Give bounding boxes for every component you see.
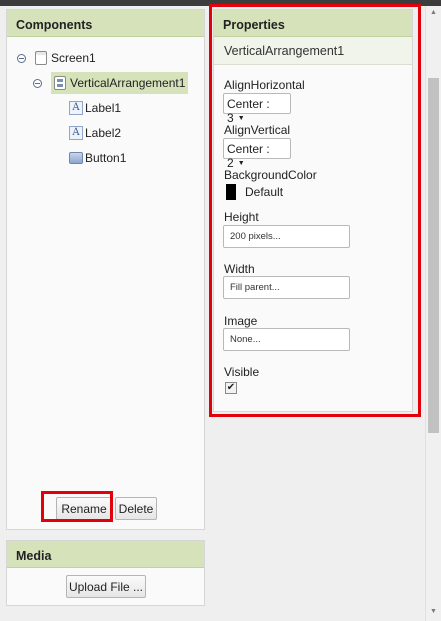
tree-item-label: Label1: [85, 101, 122, 115]
screen-icon: [35, 51, 47, 65]
tree-item-label: Screen1: [51, 51, 96, 65]
tree-item-button1[interactable]: Button1: [69, 147, 126, 169]
tree-item-label: VerticalArrangement1: [70, 76, 186, 90]
components-panel: Components Screen1 VerticalArrangement1 …: [6, 9, 205, 530]
vertical-arrangement-icon: [54, 76, 66, 90]
tree-item-label: Label2: [85, 126, 122, 140]
tree-item-label1[interactable]: A Label1: [69, 97, 121, 119]
tree-item-verticalarrangement1[interactable]: VerticalArrangement1: [33, 72, 189, 94]
label-icon: A: [69, 126, 83, 140]
label-icon: A: [69, 101, 83, 115]
vertical-scrollbar[interactable]: ▲ ▼: [425, 6, 441, 621]
collapse-icon[interactable]: [33, 78, 42, 88]
button-icon: [69, 152, 83, 164]
tree-item-label: Button1: [85, 151, 127, 165]
properties-highlight: [209, 4, 421, 417]
tree-item-label2[interactable]: A Label2: [69, 122, 121, 144]
collapse-icon[interactable]: [17, 53, 26, 63]
scroll-up-icon[interactable]: ▲: [430, 9, 437, 16]
components-header: Components: [7, 10, 204, 37]
media-header: Media: [7, 541, 204, 568]
selected-component[interactable]: VerticalArrangement1: [51, 72, 189, 94]
upload-file-button[interactable]: Upload File ...: [66, 575, 146, 598]
tree-item-screen1[interactable]: Screen1: [17, 47, 96, 69]
delete-button[interactable]: Delete: [115, 497, 157, 520]
scroll-thumb[interactable]: [428, 78, 439, 433]
rename-highlight: [41, 491, 113, 522]
scroll-down-icon[interactable]: ▼: [430, 608, 437, 615]
media-panel: Media Upload File ...: [6, 540, 205, 606]
